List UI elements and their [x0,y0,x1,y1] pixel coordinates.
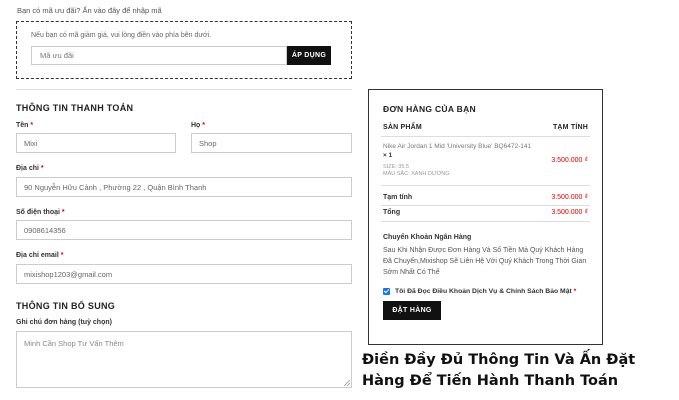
first-name-input[interactable] [16,133,176,153]
product-column-header: SẢN PHẨM [383,124,422,131]
terms-checkbox[interactable] [383,288,390,295]
total-label: Tổng [383,209,401,216]
additional-info-title: THÔNG TIN BỔ SUNG [16,301,116,311]
email-label: Địa chỉ email * [16,252,63,259]
last-name-label: Họ * [191,122,205,129]
divider [381,205,590,206]
required-marker: * [61,209,65,216]
billing-title: THÔNG TIN THANH TOÁN [16,103,134,113]
divider [381,136,590,137]
coupon-description: Nếu bạn có mã giảm giá, vui lòng điền và… [31,32,212,39]
phone-label: Số điện thoại * [16,209,65,216]
phone-input[interactable] [16,220,352,240]
coupon-box: Nếu bạn có mã giảm giá, vui lòng điền và… [16,21,352,79]
divider [381,185,590,186]
required-marker: * [30,122,34,129]
required-marker: * [40,165,44,172]
product-name: Nike Air Jordan 1 Mid 'University Blue' … [383,143,532,150]
first-name-label: Tên * [16,122,33,129]
last-name-input[interactable] [191,133,352,153]
total-value: 3.500.000 ₫ [551,209,588,216]
order-notes-text: Minh Cần Shop Tư Vấn Thêm [24,339,124,348]
phone-label-text: Số điện thoại [16,209,60,216]
product-price: 3.500.000 ₫ [551,157,588,164]
order-notes-label: Ghi chú đơn hàng (tuỳ chọn) [16,319,112,326]
apply-coupon-button[interactable]: ÁP DỤNG [287,46,331,65]
subtotal-value: 3.500.000 ₫ [551,194,588,201]
place-order-button[interactable]: ĐẶT HÀNG [383,301,441,320]
address-input[interactable] [16,177,352,197]
order-notes-textarea[interactable]: Minh Cần Shop Tư Vấn Thêm [16,331,352,388]
divider [381,221,590,222]
order-summary-panel: ĐƠN HÀNG CỦA BẠN SẢN PHẨM TẠM TÍNH Nike … [368,89,603,345]
instruction-caption: Điền Đầy Đủ Thông Tin Và Ấn Đặt Hàng Để … [362,352,636,389]
coupon-notice-link[interactable]: Bạn có mã ưu đãi? Ấn vào đây để nhập mã [17,6,162,15]
address-label: Địa chỉ * [16,165,44,172]
product-size: SIZE: 35.5 [383,164,409,170]
product-color: MÀU SẮC: XANH DƯƠNG [383,171,450,177]
order-title: ĐƠN HÀNG CỦA BẠN [383,104,476,114]
first-name-label-text: Tên [16,122,29,129]
email-input[interactable] [16,264,352,284]
required-marker: * [60,252,64,259]
divider [16,89,352,90]
email-label-text: Địa chỉ email [16,252,59,259]
product-quantity: × 1 [383,152,393,159]
terms-label-text: Tôi Đã Đọc Điều Khoản Dịch Vụ & Chính Sá… [395,288,572,295]
resize-handle-icon[interactable] [344,380,350,386]
coupon-code-input[interactable] [31,46,287,65]
subtotal-column-header: TẠM TÍNH [552,124,588,131]
payment-method-title: Chuyển Khoản Ngân Hàng [383,234,472,241]
terms-checkbox-row[interactable]: Tôi Đã Đọc Điều Khoản Dịch Vụ & Chính Sá… [383,288,576,295]
required-marker: * [202,122,206,129]
subtotal-label: Tạm tính [383,194,413,201]
required-marker: * [573,288,577,295]
terms-label: Tôi Đã Đọc Điều Khoản Dịch Vụ & Chính Sá… [395,288,576,295]
payment-method-description: Sau Khi Nhận Được Đơn Hàng Và Số Tiền Mà… [383,247,587,276]
last-name-label-text: Họ [191,122,201,129]
address-label-text: Địa chỉ [16,165,39,172]
